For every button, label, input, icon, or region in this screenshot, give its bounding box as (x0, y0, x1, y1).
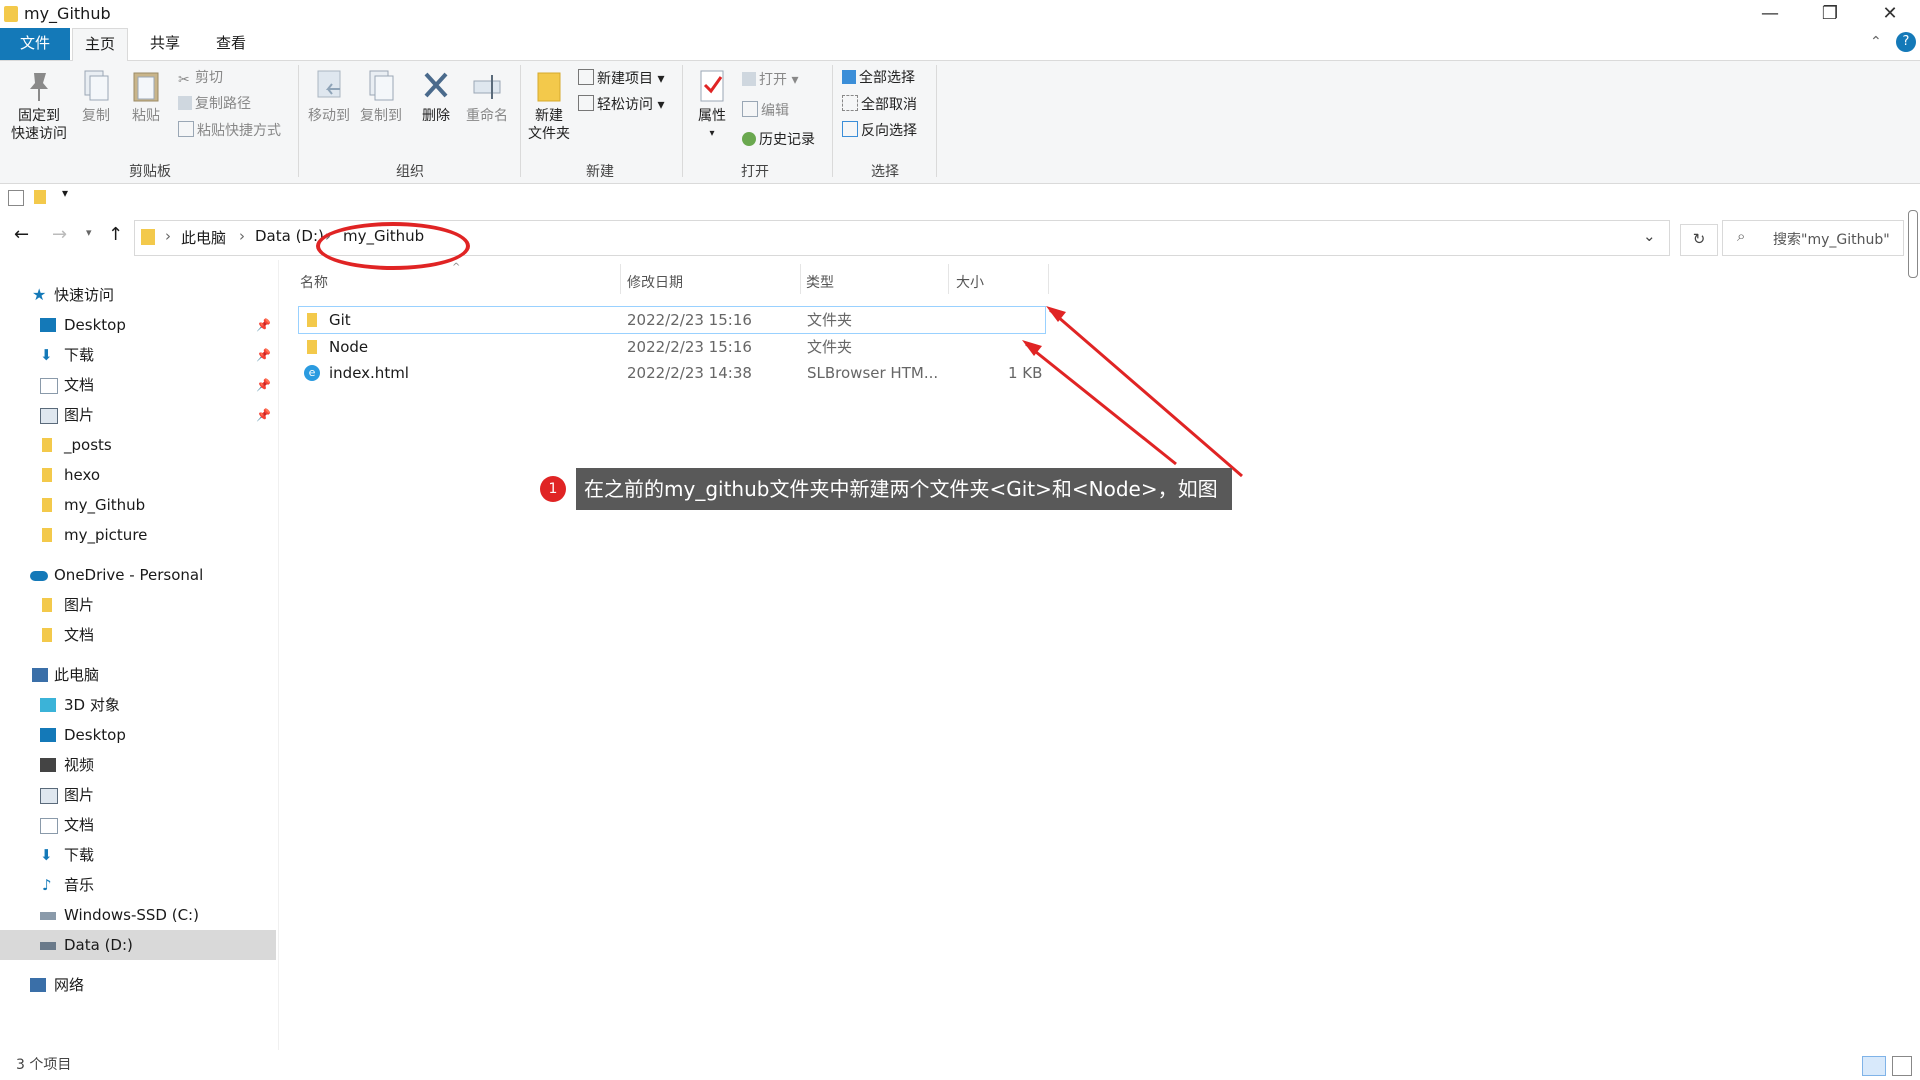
scrollbar-thumb[interactable] (1908, 210, 1918, 278)
large-icons-view-icon[interactable] (1892, 1056, 1912, 1076)
annotation-callout: 在之前的my_github文件夹中新建两个文件夹<Git>和<Node>，如图 (576, 468, 1232, 510)
annotation-number-badge: 1 (540, 476, 566, 502)
details-view-icon[interactable] (1862, 1056, 1886, 1076)
annotation-arrows (1022, 306, 1243, 478)
status-bar: 3 个项目 (0, 1050, 1920, 1080)
item-count: 3 个项目 (16, 1057, 72, 1073)
